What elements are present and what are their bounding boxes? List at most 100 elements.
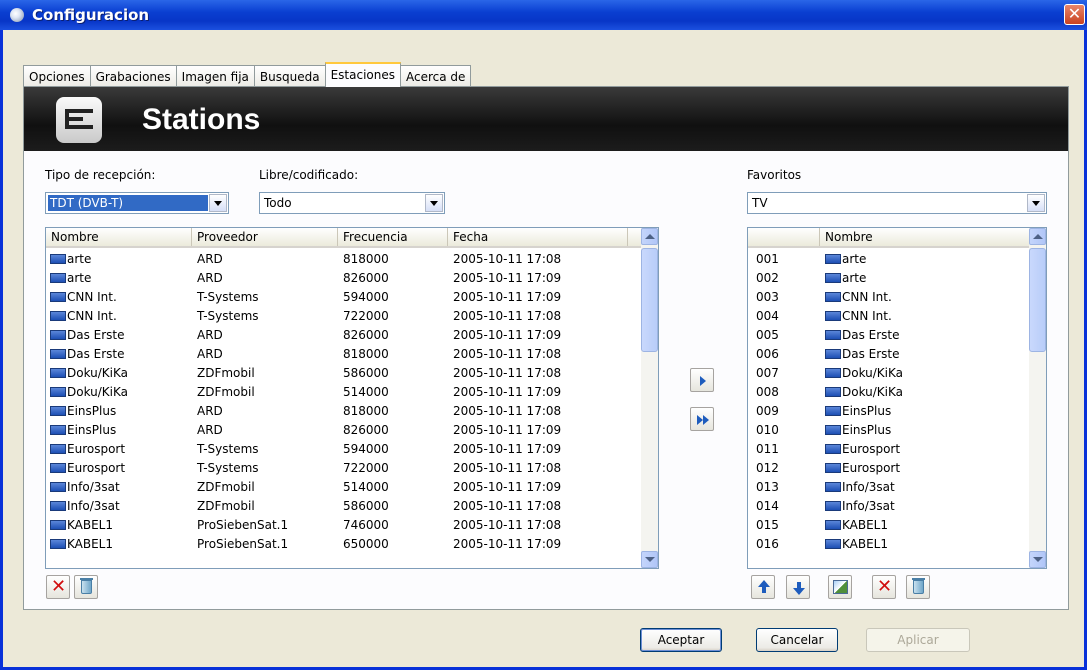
favorite-number: 016 — [756, 537, 779, 551]
date-cell: 2005-10-11 17:09 — [453, 290, 562, 304]
table-row[interactable]: KABEL1 ProSiebenSat.1 650000 2005-10-11 17:… — [46, 535, 628, 554]
tab-opciones[interactable]: Opciones — [23, 65, 91, 87]
col-fecha[interactable]: Fecha — [448, 228, 628, 246]
reception-value: TDT (DVB-T) — [48, 195, 208, 211]
ok-button[interactable]: Aceptar — [640, 628, 722, 652]
table-row[interactable]: Doku/KiKa ZDFmobil 586000 2005-10-11 17:08 — [46, 364, 628, 383]
list-item[interactable]: 008 Doku/KiKa — [748, 383, 1020, 402]
date-cell: 2005-10-11 17:08 — [453, 252, 562, 266]
favorite-name: arte — [842, 271, 867, 285]
list-item[interactable]: 014 Info/3sat — [748, 497, 1020, 516]
favorite-name-cell: EinsPlus — [820, 421, 1020, 440]
col-number[interactable] — [748, 228, 820, 246]
list-item[interactable]: 011 Eurosport — [748, 440, 1020, 459]
list-item[interactable]: 001 arte — [748, 250, 1020, 269]
move-down-button[interactable] — [786, 575, 810, 599]
list-item[interactable]: 013 Info/3sat — [748, 478, 1020, 497]
table-row[interactable]: Eurosport T-Systems 594000 2005-10-11 17:09 — [46, 440, 628, 459]
favorites-select[interactable]: TV — [747, 192, 1047, 214]
frequency-cell: 722000 — [343, 461, 389, 475]
table-row[interactable]: CNN Int. T-Systems 722000 2005-10-11 17:08 — [46, 307, 628, 326]
date-cell: 2005-10-11 17:09 — [453, 537, 562, 551]
list-item[interactable]: 004 CNN Int. — [748, 307, 1020, 326]
provider-cell: ZDFmobil — [197, 366, 255, 380]
delete-station-button[interactable]: ✕ — [46, 575, 70, 599]
tv-icon — [825, 444, 841, 454]
table-row[interactable]: CNN Int. T-Systems 594000 2005-10-11 17:09 — [46, 288, 628, 307]
station-name-cell: EinsPlus — [46, 402, 192, 421]
table-row[interactable]: Das Erste ARD 818000 2005-10-11 17:08 — [46, 345, 628, 364]
stations-scrollbar[interactable] — [641, 228, 658, 568]
favorite-number: 003 — [756, 290, 779, 304]
table-row[interactable]: Doku/KiKa ZDFmobil 514000 2005-10-11 17:09 — [46, 383, 628, 402]
set-logo-button[interactable] — [828, 575, 852, 599]
list-item[interactable]: 012 Eurosport — [748, 459, 1020, 478]
favorite-name-cell: Das Erste — [820, 345, 1020, 364]
tv-icon — [825, 387, 841, 397]
chevron-down-icon[interactable] — [1027, 194, 1045, 212]
tab-busqueda[interactable]: Busqueda — [253, 65, 326, 87]
tv-icon — [825, 254, 841, 264]
clear-favorites-button[interactable] — [906, 575, 930, 599]
scroll-up-icon[interactable] — [641, 228, 658, 245]
col-proveedor[interactable]: Proveedor — [192, 228, 338, 246]
chevron-down-icon[interactable] — [209, 194, 227, 212]
list-item[interactable]: 009 EinsPlus — [748, 402, 1020, 421]
table-row[interactable]: Info/3sat ZDFmobil 586000 2005-10-11 17:08 — [46, 497, 628, 516]
scrambled-select[interactable]: Todo — [259, 192, 445, 214]
col-frecuencia[interactable]: Frecuencia — [338, 228, 448, 246]
close-button[interactable]: ✕ — [1064, 4, 1085, 25]
chevron-down-icon[interactable] — [425, 194, 443, 212]
station-name-cell: EinsPlus — [46, 421, 192, 440]
list-item[interactable]: 005 Das Erste — [748, 326, 1020, 345]
cancel-button[interactable]: Cancelar — [756, 628, 838, 652]
favorites-value: TV — [752, 196, 768, 210]
title-bar[interactable]: Configuracion ✕ — [0, 0, 1087, 30]
list-item[interactable]: 002 arte — [748, 269, 1020, 288]
table-row[interactable]: arte ARD 826000 2005-10-11 17:09 — [46, 269, 628, 288]
picture-icon — [833, 580, 848, 594]
reception-select[interactable]: TDT (DVB-T) — [45, 192, 229, 214]
tab-estaciones[interactable]: Estaciones — [324, 62, 401, 87]
list-item[interactable]: 003 CNN Int. — [748, 288, 1020, 307]
favorites-list[interactable]: Nombre 001 arte 002 arte 003 CNN Int. 004 CNN I… — [747, 227, 1047, 569]
scroll-thumb[interactable] — [1029, 248, 1046, 352]
remove-favorite-button[interactable]: ✕ — [872, 575, 896, 599]
table-row[interactable]: Eurosport T-Systems 722000 2005-10-11 17:08 — [46, 459, 628, 478]
list-item[interactable]: 007 Doku/KiKa — [748, 364, 1020, 383]
date-cell: 2005-10-11 17:08 — [453, 499, 562, 513]
table-row[interactable]: Das Erste ARD 826000 2005-10-11 17:09 — [46, 326, 628, 345]
list-item[interactable]: 006 Das Erste — [748, 345, 1020, 364]
scroll-down-icon[interactable] — [641, 551, 658, 568]
frequency-cell: 514000 — [343, 385, 389, 399]
station-name: Eurosport — [67, 442, 126, 456]
col-fav-nombre[interactable]: Nombre — [820, 228, 1031, 246]
list-item[interactable]: 015 KABEL1 — [748, 516, 1020, 535]
table-row[interactable]: EinsPlus ARD 826000 2005-10-11 17:09 — [46, 421, 628, 440]
add-to-favorites-button[interactable] — [690, 368, 714, 392]
list-item[interactable]: 010 EinsPlus — [748, 421, 1020, 440]
table-row[interactable]: arte ARD 818000 2005-10-11 17:08 — [46, 250, 628, 269]
favorite-name-cell: Eurosport — [820, 440, 1020, 459]
table-row[interactable]: KABEL1 ProSiebenSat.1 746000 2005-10-11 17:… — [46, 516, 628, 535]
add-all-to-favorites-button[interactable] — [690, 407, 714, 431]
frequency-cell: 514000 — [343, 480, 389, 494]
delete-icon: ✕ — [877, 576, 893, 597]
scroll-up-icon[interactable] — [1029, 228, 1046, 245]
favorites-scrollbar[interactable] — [1029, 228, 1046, 568]
table-row[interactable]: EinsPlus ARD 818000 2005-10-11 17:08 — [46, 402, 628, 421]
stations-list[interactable]: Nombre Proveedor Frecuencia Fecha arte AR… — [45, 227, 659, 569]
clear-stations-button[interactable] — [74, 575, 98, 599]
scroll-down-icon[interactable] — [1029, 551, 1046, 568]
table-row[interactable]: Info/3sat ZDFmobil 514000 2005-10-11 17:09 — [46, 478, 628, 497]
tab-imagen-fija[interactable]: Imagen fija — [175, 65, 255, 87]
list-item[interactable]: 016 KABEL1 — [748, 535, 1020, 554]
move-up-button[interactable] — [751, 575, 775, 599]
tab-grabaciones[interactable]: Grabaciones — [89, 65, 177, 87]
scroll-thumb[interactable] — [641, 248, 658, 352]
col-nombre[interactable]: Nombre — [46, 228, 192, 246]
tab-acerca-de[interactable]: Acerca de — [399, 65, 472, 87]
station-name: arte — [67, 271, 92, 285]
provider-cell: T-Systems — [197, 309, 259, 323]
tv-icon — [50, 349, 66, 359]
